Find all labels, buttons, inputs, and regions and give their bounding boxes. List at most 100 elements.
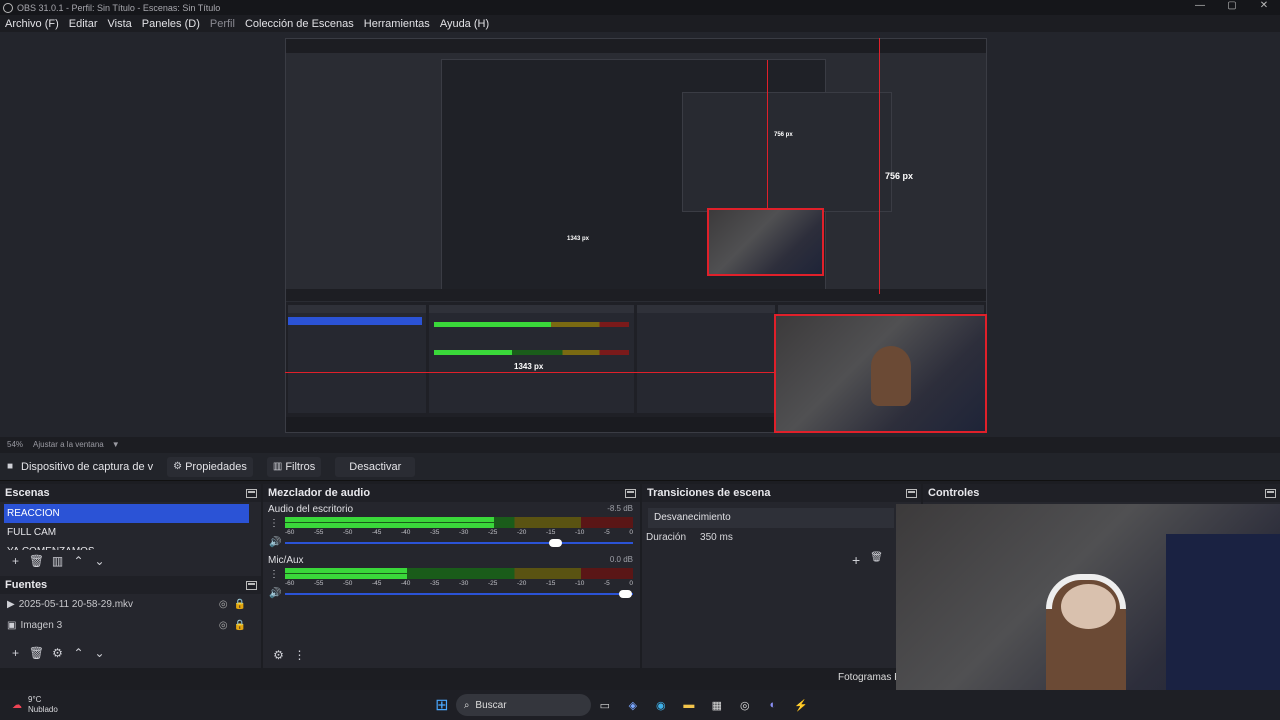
scale-tick: -25	[488, 529, 498, 536]
obs-logo-icon	[3, 2, 13, 13]
level-fill	[285, 568, 407, 573]
volume-slider[interactable]	[285, 539, 633, 547]
source-toolbar: ■ Dispositivo de captura de v ⚙ Propieda…	[0, 453, 1280, 481]
title-bar: OBS 31.0.1 - Perfil: Sin Título - Escena…	[0, 0, 1280, 15]
windows-taskbar: ☁ 9°C Nublado ⊞ ⌕ Buscar ▭ ◈ ◉ ▬ ▦ ◎ ◐ ⚡	[0, 690, 1280, 720]
scale-tick: -5	[604, 529, 610, 536]
gear-icon[interactable]: ⚙	[47, 646, 68, 660]
source-item-video[interactable]: ▶ 2025-05-11 20-58-29.mkv ◎ 🔒	[0, 594, 261, 615]
transition-select[interactable]: Desvanecimiento	[648, 508, 894, 528]
menu-vista[interactable]: Vista	[108, 18, 132, 30]
settings-icon[interactable]: ⚙	[268, 648, 289, 662]
obs-window: OBS 31.0.1 - Perfil: Sin Título - Escena…	[0, 0, 1280, 720]
eye-hidden-icon[interactable]: ◎	[219, 620, 228, 631]
trash-icon[interactable]: 🗑	[870, 552, 883, 568]
scale-tick: -30	[459, 529, 469, 536]
obs-icon[interactable]: ◎	[735, 696, 755, 714]
taskbar-search[interactable]: ⌕ Buscar	[455, 694, 591, 716]
close-button[interactable]: ✕	[1248, 0, 1280, 11]
menu-editar[interactable]: Editar	[69, 18, 98, 30]
fit-window-select[interactable]: Ajustar a la ventana	[33, 440, 104, 449]
arrow-down-icon[interactable]: ⌄	[89, 646, 110, 660]
weather-temp: 9°C	[28, 695, 42, 704]
menu-perfil[interactable]: Perfil	[210, 18, 235, 30]
eye-hidden-icon[interactable]: ◎	[219, 599, 228, 610]
edge-icon[interactable]: ◉	[651, 696, 671, 714]
preview-status-bar: 54% Ajustar a la ventana ▼	[0, 437, 1280, 451]
speaker-icon[interactable]: 🔊	[269, 588, 281, 599]
scale-tick: -50	[343, 580, 353, 587]
kebab-menu-icon[interactable]: ⋮	[269, 569, 279, 580]
level-fill-2	[285, 574, 407, 579]
volume-knob[interactable]	[619, 590, 633, 598]
weather-widget[interactable]: ☁ 9°C Nublado	[12, 695, 58, 715]
selected-webcam-source[interactable]	[774, 314, 987, 433]
menu-paneles[interactable]: Paneles (D)	[142, 18, 200, 30]
webcam-overlay	[896, 504, 1280, 720]
app-icon[interactable]: ⚡	[791, 696, 811, 714]
add-icon[interactable]: +	[5, 554, 26, 568]
channel-db: 0.0 dB	[609, 555, 633, 564]
source-item-image[interactable]: ▣ Imagen 3 ◎ 🔒	[0, 615, 261, 636]
trash-icon[interactable]: 🗑	[26, 646, 47, 660]
channel-db: -8.5 dB	[607, 504, 633, 513]
filters-button[interactable]: ▥ Filtros	[266, 456, 322, 477]
scenes-header: Escenas	[0, 484, 261, 502]
volume-slider[interactable]	[285, 590, 633, 598]
scale-tick: 0	[629, 529, 633, 536]
arrow-up-icon[interactable]: ⌃	[68, 554, 89, 568]
scene-item-full-cam[interactable]: FULL CAM	[4, 523, 249, 542]
gear-icon: ⚙	[173, 461, 183, 472]
volume-knob[interactable]	[549, 539, 563, 547]
popout-icon[interactable]	[625, 488, 636, 498]
source-label: Imagen 3	[20, 620, 63, 631]
scale-tick: -25	[488, 580, 498, 587]
trash-icon[interactable]: 🗑	[26, 554, 47, 568]
mixer-channel-desktop: Audio del escritorio -8.5 dB ⋮ -60 -55 -50…	[263, 504, 637, 554]
kebab-menu-icon[interactable]: ⋮	[289, 648, 310, 662]
properties-button[interactable]: ⚙ Propiedades	[167, 456, 253, 477]
discord-icon[interactable]: ◐	[763, 696, 783, 714]
scale-tick: -30	[459, 580, 469, 587]
properties-label: Propiedades	[185, 460, 247, 473]
deactivate-button[interactable]: Desactivar	[335, 456, 416, 477]
popout-icon[interactable]	[1265, 488, 1276, 498]
chevron-down-icon[interactable]: ▼	[112, 440, 120, 449]
popout-icon[interactable]	[906, 488, 917, 498]
menu-ayuda[interactable]: Ayuda (H)	[440, 18, 489, 30]
mixer-channel-mic: Mic/Aux 0.0 dB ⋮ -60 -55 -50 -45 -40 -35 -30 -2…	[263, 555, 637, 605]
meter-scale: -60 -55 -50 -45 -40 -35 -30 -25 -20 -15 -10 -5 0	[285, 529, 633, 537]
menu-archivo[interactable]: Archivo (F)	[5, 18, 59, 30]
arrow-up-icon[interactable]: ⌃	[68, 646, 89, 660]
lock-icon[interactable]: 🔒	[234, 620, 246, 631]
maximize-button[interactable]: ▢	[1216, 0, 1248, 11]
duration-input[interactable]: 350 ms	[700, 532, 733, 543]
add-icon[interactable]: +	[852, 552, 860, 568]
task-view-icon[interactable]: ▭	[595, 696, 615, 714]
popout-icon[interactable]	[246, 488, 257, 498]
scene-item-reaccion[interactable]: REACCION	[4, 504, 249, 523]
filter-icon[interactable]: ▥	[47, 554, 68, 568]
add-icon[interactable]: +	[5, 646, 26, 660]
menu-coleccion-escenas[interactable]: Colección de Escenas	[245, 18, 354, 30]
lock-icon[interactable]: 🔒	[234, 599, 246, 610]
store-icon[interactable]: ▦	[707, 696, 727, 714]
scale-tick: -60	[285, 529, 295, 536]
windows-start-icon[interactable]: ⊞	[432, 696, 452, 714]
arrow-down-icon[interactable]: ⌄	[89, 554, 110, 568]
folder-icon[interactable]: ▬	[679, 696, 699, 714]
menu-herramientas[interactable]: Herramientas	[364, 18, 430, 30]
copilot-icon[interactable]: ◈	[623, 696, 643, 714]
image-icon: ▣	[7, 620, 17, 631]
scene-item-ya-comenzamos[interactable]: YA COMENZAMOS	[4, 542, 249, 550]
kebab-menu-icon[interactable]: ⋮	[269, 518, 279, 529]
guide-horizontal	[285, 372, 775, 373]
scale-tick: -15	[546, 580, 556, 587]
popout-icon[interactable]	[246, 580, 257, 590]
camera-icon: ■	[7, 461, 14, 472]
nested-px-vertical: 756 px	[774, 132, 793, 138]
headphones-shape	[1046, 574, 1126, 609]
minimize-button[interactable]: —	[1184, 0, 1216, 11]
speaker-icon[interactable]: 🔊	[269, 537, 281, 548]
controls-header: Controles	[923, 484, 1280, 502]
